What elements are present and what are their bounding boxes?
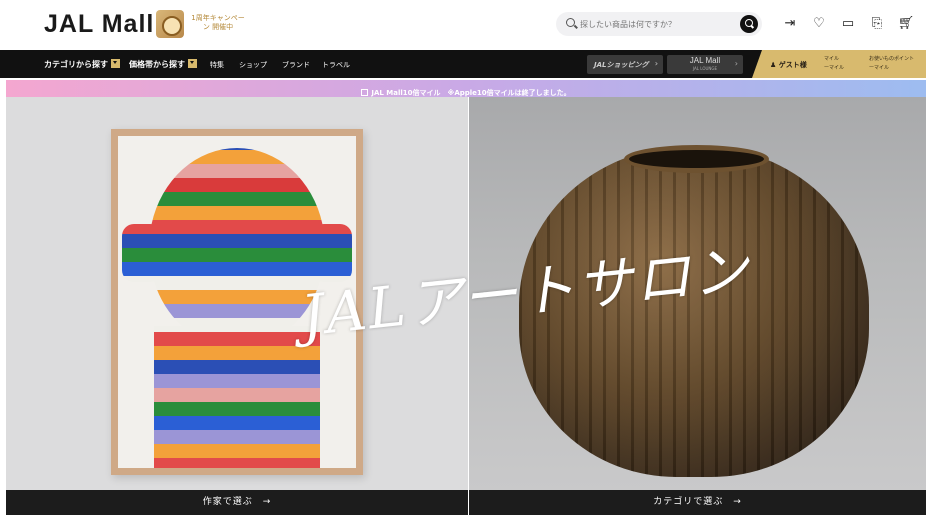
- campaign-badge-icon[interactable]: [156, 10, 184, 38]
- promo-text: JAL Mall10倍マイル ※Apple10倍マイルは終了しました。: [371, 89, 571, 97]
- guest-label: ゲスト様: [778, 61, 807, 69]
- site-logo[interactable]: JAL Mall: [44, 10, 154, 39]
- heart-icon[interactable]: ♡: [811, 14, 827, 32]
- nav-travel[interactable]: トラベル: [322, 60, 350, 70]
- arrow-right-icon: →: [262, 497, 272, 507]
- miles-value: ーマイル: [824, 65, 845, 71]
- miles-block[interactable]: マイル ーマイル: [824, 55, 844, 73]
- choose-category-label: カテゴリで選ぶ: [653, 497, 724, 507]
- page: JAL Mall 1周年キャンペーン 開催中 ⇥ ♡ ▭ ⎘ 🛒︎ カテゴリから…: [0, 0, 926, 515]
- header-icons: ⇥ ♡ ▭ ⎘ 🛒︎: [782, 14, 915, 32]
- arrow-right-icon: →: [733, 497, 742, 507]
- points-value: ーマイル: [869, 65, 890, 71]
- lounge-sublabel: JAL LOUNGE: [692, 66, 718, 71]
- site-header: JAL Mall 1周年キャンペーン 開催中 ⇥ ♡ ▭ ⎘ 🛒︎: [0, 0, 926, 48]
- jal-shopping-label: JALショッピング: [594, 61, 649, 69]
- chevron-right-icon: ›: [734, 59, 738, 68]
- nav-category[interactable]: カテゴリから探す: [44, 59, 120, 70]
- choose-artist-label: 作家で選ぶ: [202, 497, 253, 507]
- account-panel: ♟ ゲスト様 マイル ーマイル お使いものポイント ーマイル: [752, 50, 926, 78]
- nav-category-label: カテゴリから探す: [44, 60, 108, 69]
- choose-by-artist-button[interactable]: 作家で選ぶ →: [6, 490, 468, 515]
- history-icon[interactable]: ⎘: [869, 14, 885, 32]
- search-input[interactable]: [580, 16, 730, 32]
- points-label: お使いものポイント: [869, 56, 915, 62]
- search-button[interactable]: [740, 15, 758, 33]
- login-icon[interactable]: ⇥: [782, 14, 798, 32]
- cart-icon[interactable]: 🛒︎: [898, 14, 915, 32]
- lounge-label: JAL Mall: [689, 56, 721, 65]
- points-block[interactable]: お使いものポイント ーマイル: [869, 55, 914, 73]
- search-bar: [556, 12, 762, 36]
- jal-mall-lounge-button[interactable]: JAL Mall JAL LOUNGE ›: [667, 55, 743, 74]
- nav-price[interactable]: 価格帯から探す: [129, 59, 197, 70]
- gift-icon: [361, 89, 369, 96]
- nav-brand[interactable]: ブランド: [282, 60, 310, 70]
- jal-shopping-button[interactable]: JALショッピング ›: [587, 55, 663, 74]
- card-icon[interactable]: ▭: [840, 14, 856, 32]
- choose-by-category-button[interactable]: カテゴリで選ぶ →: [469, 490, 926, 515]
- miles-label: マイル: [824, 56, 840, 62]
- guest-name[interactable]: ♟ ゲスト様: [770, 60, 807, 70]
- search-icon: [566, 18, 575, 27]
- nav-shop[interactable]: ショップ: [239, 60, 267, 70]
- campaign-text[interactable]: 1周年キャンペーン 開催中: [190, 14, 246, 32]
- vase-mouth: [624, 145, 769, 173]
- nav-special[interactable]: 特集: [210, 60, 224, 70]
- promo-banner[interactable]: JAL Mall10倍マイル ※Apple10倍マイルは終了しました。: [6, 80, 926, 97]
- chevron-down-icon: [111, 59, 120, 68]
- chevron-down-icon: [188, 59, 197, 68]
- nav-price-label: 価格帯から探す: [129, 60, 185, 69]
- chevron-right-icon: ›: [654, 59, 658, 68]
